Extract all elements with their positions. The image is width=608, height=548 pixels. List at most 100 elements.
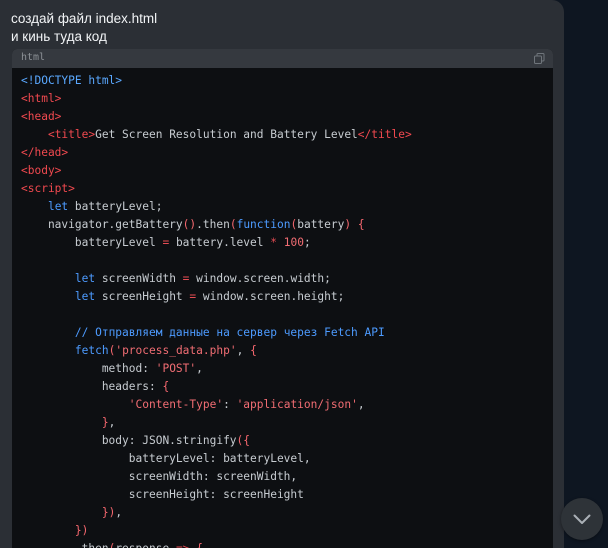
code-line: screenWidth: screenWidth, (21, 468, 553, 486)
code-token: screenHeight: screenHeight (21, 488, 304, 501)
chevron-down-icon (573, 514, 591, 524)
code-token: body: JSON.stringify (21, 434, 237, 447)
code-line: <head> (21, 108, 553, 126)
code-token: , (357, 398, 365, 411)
code-token: ; (303, 236, 311, 249)
code-line: }) (21, 522, 553, 540)
code-line: let screenWidth = window.screen.width; (21, 270, 553, 288)
code-token: </head> (21, 146, 69, 159)
code-token: // Отправляем данные на сервер через Fet… (74, 326, 385, 339)
code-token: }) (74, 524, 89, 537)
code-line: <!DOCTYPE html> (21, 72, 553, 90)
code-token: }) (101, 506, 116, 519)
code-token: 'application/json' (236, 398, 358, 411)
code-token: let (74, 272, 96, 285)
message-text: создай файл index.html и кинь туда код (11, 10, 157, 46)
code-token: <script> (21, 182, 75, 195)
code-token: { (250, 344, 257, 357)
code-token: .then (21, 542, 109, 548)
code-token: .then (196, 218, 230, 231)
code-line: let batteryLevel; (21, 198, 553, 216)
code-token: let (74, 290, 96, 303)
code-line: navigator.getBattery().then(function(bat… (21, 216, 553, 234)
code-token: function (236, 218, 291, 231)
code-line: <title>Get Screen Resolution and Battery… (21, 126, 553, 144)
code-line: <html> (21, 90, 553, 108)
code-line: batteryLevel = battery.level * 100; (21, 234, 553, 252)
code-line: method: 'POST', (21, 360, 553, 378)
code-token: * (270, 236, 277, 249)
code-token: 100 (283, 236, 304, 249)
code-token: batteryLevel (21, 236, 163, 249)
code-token: headers: (21, 380, 163, 393)
code-line: 'Content-Type': 'application/json', (21, 396, 553, 414)
code-line: }, (21, 414, 553, 432)
code-token: ({ (236, 434, 251, 447)
code-line: <script> (21, 180, 553, 198)
code-token: { (162, 380, 170, 393)
code-token: method: (21, 362, 156, 375)
code-line: // Отправляем данные на сервер через Fet… (21, 324, 553, 342)
code-token: battery.level (169, 236, 271, 249)
code-token: window.screen.height; (196, 290, 345, 303)
message-line-1: создай файл index.html (11, 11, 158, 26)
code-token: <title> (47, 128, 96, 141)
code-token: <head> (21, 110, 62, 123)
code-token: ( (229, 218, 237, 231)
code-token: batteryLevel: batteryLevel, (21, 452, 311, 465)
code-token: </title> (357, 128, 412, 141)
code-token: { (357, 218, 365, 231)
message-line-2: и кинь туда код (11, 29, 107, 44)
code-line: <body> (21, 162, 553, 180)
code-token: 'POST' (155, 362, 197, 375)
code-line: }), (21, 504, 553, 522)
code-token: batteryLevel; (68, 200, 163, 213)
code-token: () (182, 218, 197, 231)
code-token: <html> (21, 92, 62, 105)
code-token: response (115, 542, 176, 548)
code-language-label: html (21, 52, 46, 63)
code-token: , (236, 344, 251, 357)
code-token: : (223, 398, 237, 411)
code-token: navigator.getBattery (21, 218, 183, 231)
scroll-down-button[interactable] (561, 498, 603, 540)
code-token: , (115, 506, 123, 519)
code-token: Get Screen Resolution and Battery Level (95, 128, 358, 141)
code-block-header: html (12, 49, 553, 68)
code-token: 'process_data.php' (115, 344, 237, 357)
code-token: 'Content-Type' (128, 398, 224, 411)
code-line: fetch('process_data.php', { (21, 342, 553, 360)
code-token: screenWidth (95, 272, 183, 285)
chat-view: создай файл index.html и кинь туда код h… (0, 0, 608, 548)
copy-icon[interactable] (534, 53, 545, 64)
code-block: html <!DOCTYPE html> <html> <head> <title>… (12, 49, 553, 548)
code-line: headers: { (21, 378, 553, 396)
code-token: , (196, 362, 203, 375)
code-line: batteryLevel: batteryLevel, (21, 450, 553, 468)
code-line: screenHeight: screenHeight (21, 486, 553, 504)
code-line: </head> (21, 144, 553, 162)
code-token: screenHeight (95, 290, 190, 303)
code-token: window.screen.width; (189, 272, 331, 285)
code-line: .then(response => { (21, 540, 553, 548)
code-token: battery (297, 218, 345, 231)
code-token: fetch (74, 344, 109, 357)
code-line: body: JSON.stringify({ (21, 432, 553, 450)
code-token: } (101, 416, 109, 429)
code-token: <!DOCTYPE html> (21, 74, 123, 87)
code-line: let screenHeight = window.screen.height; (21, 288, 553, 306)
message-bubble: создай файл index.html и кинь туда код h… (0, 0, 564, 548)
code-token: { (196, 542, 203, 548)
